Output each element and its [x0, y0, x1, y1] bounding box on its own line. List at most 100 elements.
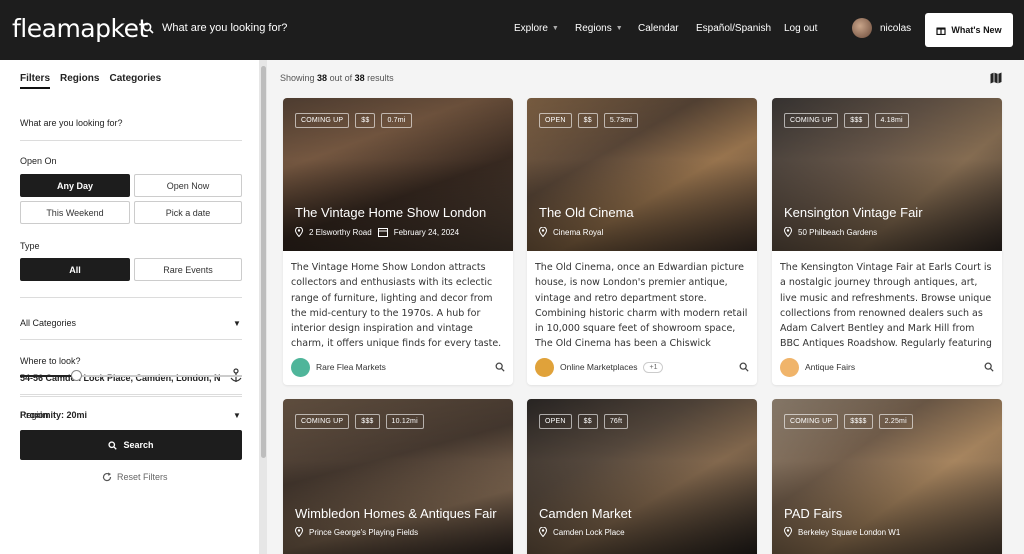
user-name: nicolas: [880, 22, 912, 34]
listing-card[interactable]: COMING UP $$ 0.7mi The Vintage Home Show…: [283, 98, 513, 385]
listing-location-label: Cinema Royal: [553, 227, 604, 237]
open-on-this-weekend[interactable]: This Weekend: [20, 201, 130, 224]
listing-card[interactable]: OPEN $$ 5.73mi The Old Cinema Cinema Roy…: [527, 98, 757, 385]
header-search-placeholder[interactable]: What are you looking for?: [162, 22, 287, 34]
listing-title[interactable]: Camden Market: [539, 506, 631, 521]
distance-badge: 2.25mi: [878, 414, 913, 429]
results-count: Showing 38 out of 38 results: [280, 73, 394, 83]
price-badge: $$: [577, 414, 598, 429]
divider: [20, 396, 242, 397]
chevron-down-icon[interactable]: ▼: [233, 319, 241, 328]
divider: [20, 339, 242, 340]
listing-card[interactable]: COMING UP $$$ 10.12mi Wimbledon Homes & …: [283, 399, 513, 554]
listing-tags: OPEN $$ 76ft: [539, 414, 629, 429]
listing-tags: COMING UP $$$ 4.18mi: [784, 113, 909, 128]
listing-location-label: Prince George's Playing Fields: [309, 527, 419, 537]
category-label[interactable]: Rare Flea Markets: [316, 362, 386, 372]
nav-logout-label: Log out: [784, 23, 818, 34]
map-icon[interactable]: [990, 72, 1002, 84]
nav-explore[interactable]: Explore ▼: [514, 23, 559, 34]
user-menu[interactable]: nicolas: [852, 18, 911, 38]
nav-language-label: Español/Spanish: [696, 23, 772, 34]
price-badge: $$$: [844, 113, 869, 128]
divider: [20, 297, 242, 298]
region-select[interactable]: Region: [20, 410, 49, 420]
listing-tags: COMING UP $$ 0.7mi: [295, 113, 412, 128]
status-badge: COMING UP: [295, 414, 350, 429]
listing-title[interactable]: Wimbledon Homes & Antiques Fair: [295, 506, 497, 521]
listing-title[interactable]: Kensington Vintage Fair: [784, 205, 923, 220]
location-pin-icon: [784, 527, 792, 537]
price-badge: $$: [355, 113, 376, 128]
nav-calendar[interactable]: Calendar: [638, 23, 679, 34]
open-on-open-now[interactable]: Open Now: [134, 174, 242, 197]
listing-title[interactable]: PAD Fairs: [784, 506, 842, 521]
search-icon[interactable]: [984, 362, 994, 372]
location-pin-icon: [539, 527, 547, 537]
results-middle: out of: [329, 73, 353, 83]
listing-location: 2 Elsworthy Road February 24, 2024: [295, 227, 459, 237]
type-all[interactable]: All: [20, 258, 130, 281]
listing-description: The Kensington Vintage Fair at Earls Cou…: [780, 262, 992, 348]
category-label[interactable]: Online Marketplaces: [560, 362, 637, 372]
search-button-label: Search: [123, 440, 154, 450]
gift-icon: [936, 27, 947, 35]
proximity-slider-handle[interactable]: [70, 370, 82, 381]
search-icon: [108, 440, 118, 450]
tab-categories[interactable]: Categories: [109, 73, 161, 89]
refresh-icon: [102, 472, 112, 482]
nav-language[interactable]: Español/Spanish: [696, 23, 771, 34]
type-rare-events[interactable]: Rare Events: [134, 258, 242, 281]
distance-badge: 4.18mi: [874, 113, 909, 128]
logo[interactable]: fleamapket: [12, 14, 148, 43]
listing-card[interactable]: OPEN $$ 76ft Camden Market Camden Lock P…: [527, 399, 757, 554]
header-search[interactable]: What are you looking for?: [142, 22, 287, 34]
sidebar-scrollbar-thumb[interactable]: [261, 66, 266, 458]
tab-filters[interactable]: Filters: [20, 73, 51, 89]
status-badge: OPEN: [539, 414, 572, 429]
status-badge: COMING UP: [295, 113, 350, 128]
chevron-down-icon[interactable]: ▼: [233, 411, 241, 420]
listing-card[interactable]: COMING UP $$$$ 2.25mi PAD Fairs Berkeley…: [772, 399, 1002, 554]
calendar-icon: [377, 228, 388, 237]
category-select[interactable]: All Categories: [20, 318, 76, 328]
results-total: 38: [354, 73, 365, 83]
nav-logout[interactable]: Log out: [784, 23, 817, 34]
search-icon[interactable]: [495, 362, 505, 372]
nav-explore-label: Explore: [514, 23, 548, 34]
price-badge: $$$: [355, 414, 380, 429]
listing-footer: Online Marketplaces +1: [535, 356, 749, 378]
price-badge: $$: [577, 113, 598, 128]
status-badge: OPEN: [539, 113, 572, 128]
listing-location: Camden Lock Place: [539, 527, 625, 537]
listing-location: 50 Philbeach Gardens: [784, 227, 877, 237]
nav-regions[interactable]: Regions ▼: [575, 23, 623, 34]
search-icon[interactable]: [739, 362, 749, 372]
listing-location-label: 2 Elsworthy Road: [309, 227, 372, 237]
category-label[interactable]: Antique Fairs: [805, 362, 855, 372]
filter-search-input[interactable]: What are you looking for?: [20, 118, 123, 128]
listing-title[interactable]: The Old Cinema: [539, 205, 634, 220]
listing-card[interactable]: COMING UP $$$ 4.18mi Kensington Vintage …: [772, 98, 1002, 385]
listing-location: Prince George's Playing Fields: [295, 527, 418, 537]
location-pin-icon: [539, 227, 547, 237]
reset-filters-label: Reset Filters: [117, 472, 168, 482]
listing-location-label: Berkeley Square London W1: [798, 527, 901, 537]
whats-new-button[interactable]: What's New: [925, 13, 1013, 47]
open-on-pick-date[interactable]: Pick a date: [134, 201, 242, 224]
distance-badge: 5.73mi: [603, 113, 639, 128]
listing-tags: COMING UP $$$ 10.12mi: [295, 414, 424, 429]
chevron-down-icon: ▼: [615, 25, 623, 32]
search-button[interactable]: Search: [20, 430, 242, 460]
location-pin-icon: [295, 227, 303, 237]
listing-location: Cinema Royal: [539, 227, 603, 237]
tab-regions[interactable]: Regions: [60, 73, 99, 89]
listing-title[interactable]: The Vintage Home Show London: [295, 205, 486, 220]
proximity-slider-fill: [20, 375, 76, 377]
open-on-any-day[interactable]: Any Day: [20, 174, 130, 197]
distance-badge: 10.12mi: [385, 414, 424, 429]
reset-filters-button[interactable]: Reset Filters: [102, 472, 168, 482]
listing-footer: Rare Flea Markets: [291, 356, 505, 378]
listing-location-label: Camden Lock Place: [553, 527, 625, 537]
more-categories-badge[interactable]: +1: [643, 361, 664, 373]
